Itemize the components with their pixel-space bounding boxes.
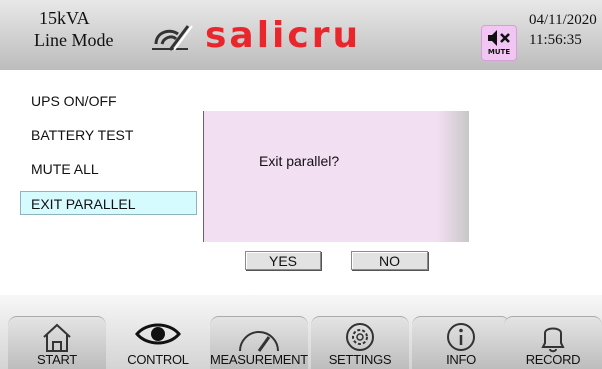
no-button[interactable]: NO (351, 251, 428, 270)
power-rating: 15kVA (39, 8, 90, 28)
mute-label: MUTE (487, 48, 511, 56)
tab-settings-label: SETTINGS (328, 352, 392, 367)
gauge-icon (239, 331, 279, 352)
tab-record-label: RECORD (525, 352, 581, 367)
tab-measurements-label: MEASUREMENTS (210, 352, 308, 367)
ups-status: 15kVA Line Mode (34, 7, 134, 51)
tab-control-label: CONTROL (127, 352, 189, 367)
datetime: 04/11/2020 11:56:35 (529, 10, 602, 50)
dialog-message: Exit parallel? (259, 153, 340, 169)
yes-button[interactable]: YES (245, 251, 321, 270)
speaker-muted-icon (488, 30, 510, 46)
tab-measurements[interactable]: MEASUREMENTS (210, 316, 308, 369)
mute-button[interactable]: MUTE (481, 25, 517, 61)
tab-settings[interactable]: SETTINGS (311, 316, 409, 369)
date-text: 04/11/2020 (529, 12, 597, 28)
home-icon (43, 323, 71, 352)
operating-mode: Line Mode (34, 30, 114, 50)
menu-item-ups-on-off[interactable]: UPS ON/OFF (31, 93, 117, 109)
header-bar: 15kVA Line Mode salicru MUTE 04/11/2020 … (0, 0, 602, 70)
bell-icon (541, 327, 565, 353)
tab-info[interactable]: INFO (412, 316, 510, 369)
brand-logo: salicru (205, 15, 362, 56)
gear-icon (346, 323, 374, 351)
tab-record[interactable]: RECORD (504, 316, 602, 369)
tab-start-label: START (37, 352, 77, 367)
confirm-dialog: Exit parallel? (203, 111, 469, 242)
menu-item-exit-parallel[interactable]: EXIT PARALLEL (20, 191, 197, 215)
menu-item-mute-all[interactable]: MUTE ALL (31, 161, 99, 177)
time-text: 11:56:35 (529, 32, 582, 48)
tab-control[interactable]: CONTROL (109, 316, 207, 369)
eye-icon (135, 323, 181, 345)
tab-start[interactable]: START (8, 316, 106, 369)
tab-info-label: INFO (446, 352, 476, 367)
network-disconnected-icon (152, 25, 193, 51)
info-icon (447, 323, 475, 351)
menu-item-battery-test[interactable]: BATTERY TEST (31, 127, 133, 143)
